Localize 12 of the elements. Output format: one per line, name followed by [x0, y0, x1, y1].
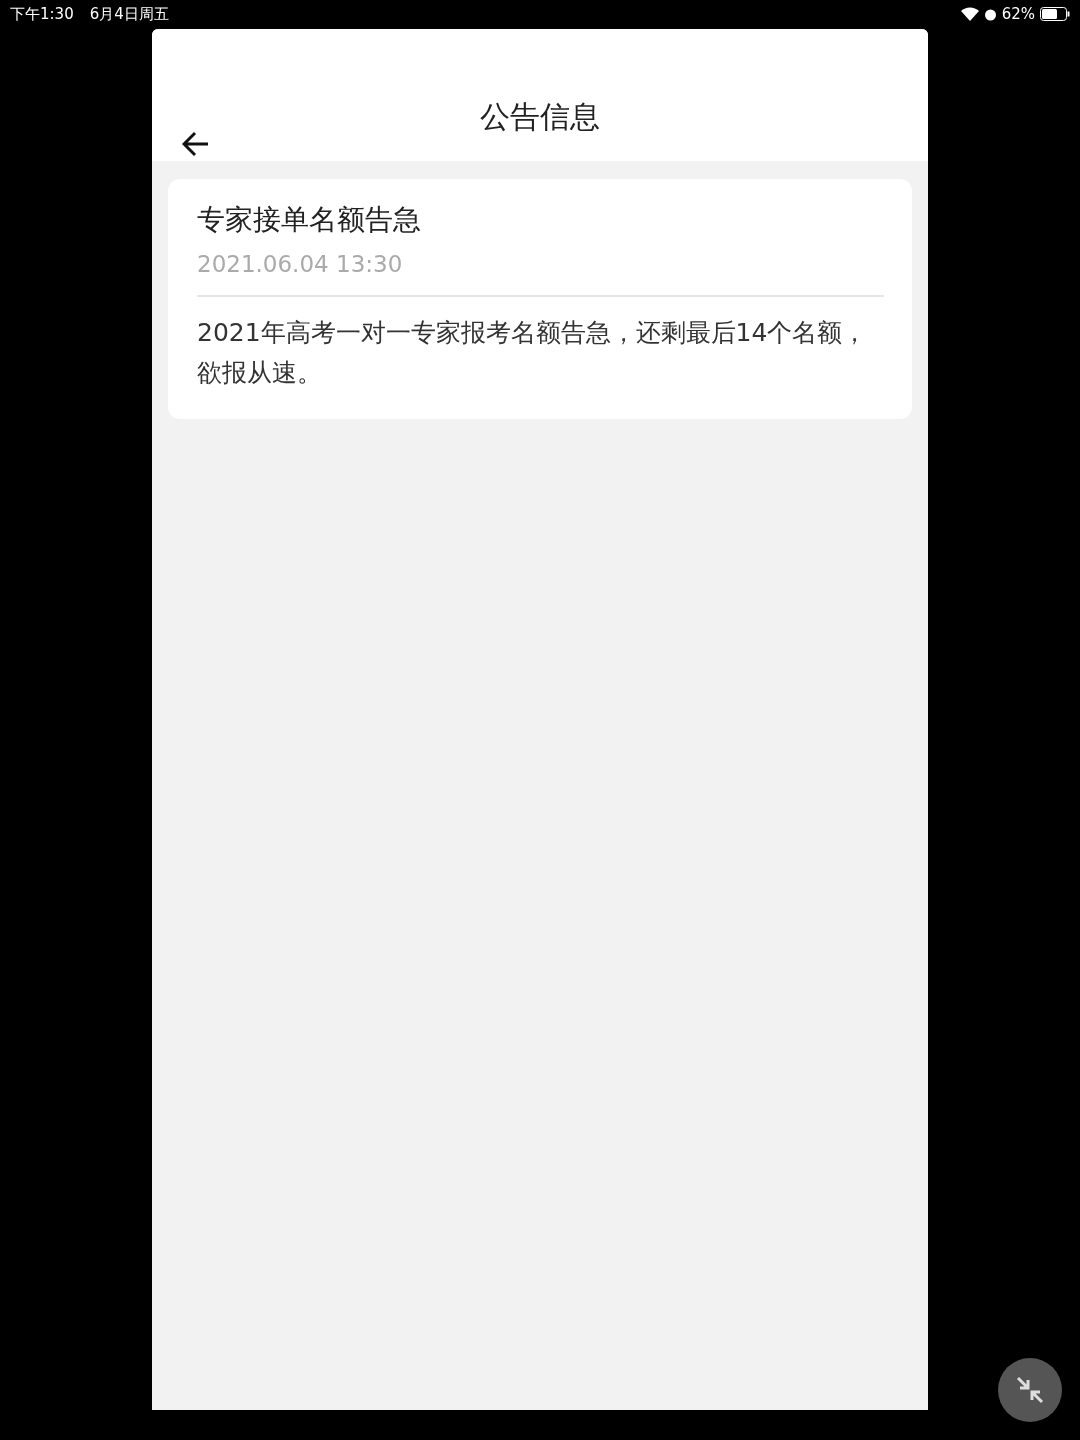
page-title: 公告信息 [480, 98, 600, 136]
battery-icon [1040, 7, 1070, 21]
notice-card[interactable]: 专家接单名额告急 2021.06.04 13:30 2021年高考一对一专家报考名额告急，还剩最后14个名额，欲报从速。 [168, 179, 912, 419]
wifi-icon [960, 7, 979, 21]
notice-body: 2021年高考一对一专家报考名额告急，还剩最后14个名额，欲报从速。 [197, 317, 869, 389]
battery-percent: 62% [1001, 5, 1035, 23]
status-date: 6月4日周五 [89, 4, 169, 24]
notice-title: 专家接单名额告急 [197, 202, 422, 238]
shrink-button[interactable] [998, 1358, 1062, 1422]
notice-time: 2021.06.04 13:30 [197, 251, 884, 297]
back-arrow-icon[interactable] [182, 131, 210, 157]
status-time: 下午1:30 [10, 4, 74, 24]
